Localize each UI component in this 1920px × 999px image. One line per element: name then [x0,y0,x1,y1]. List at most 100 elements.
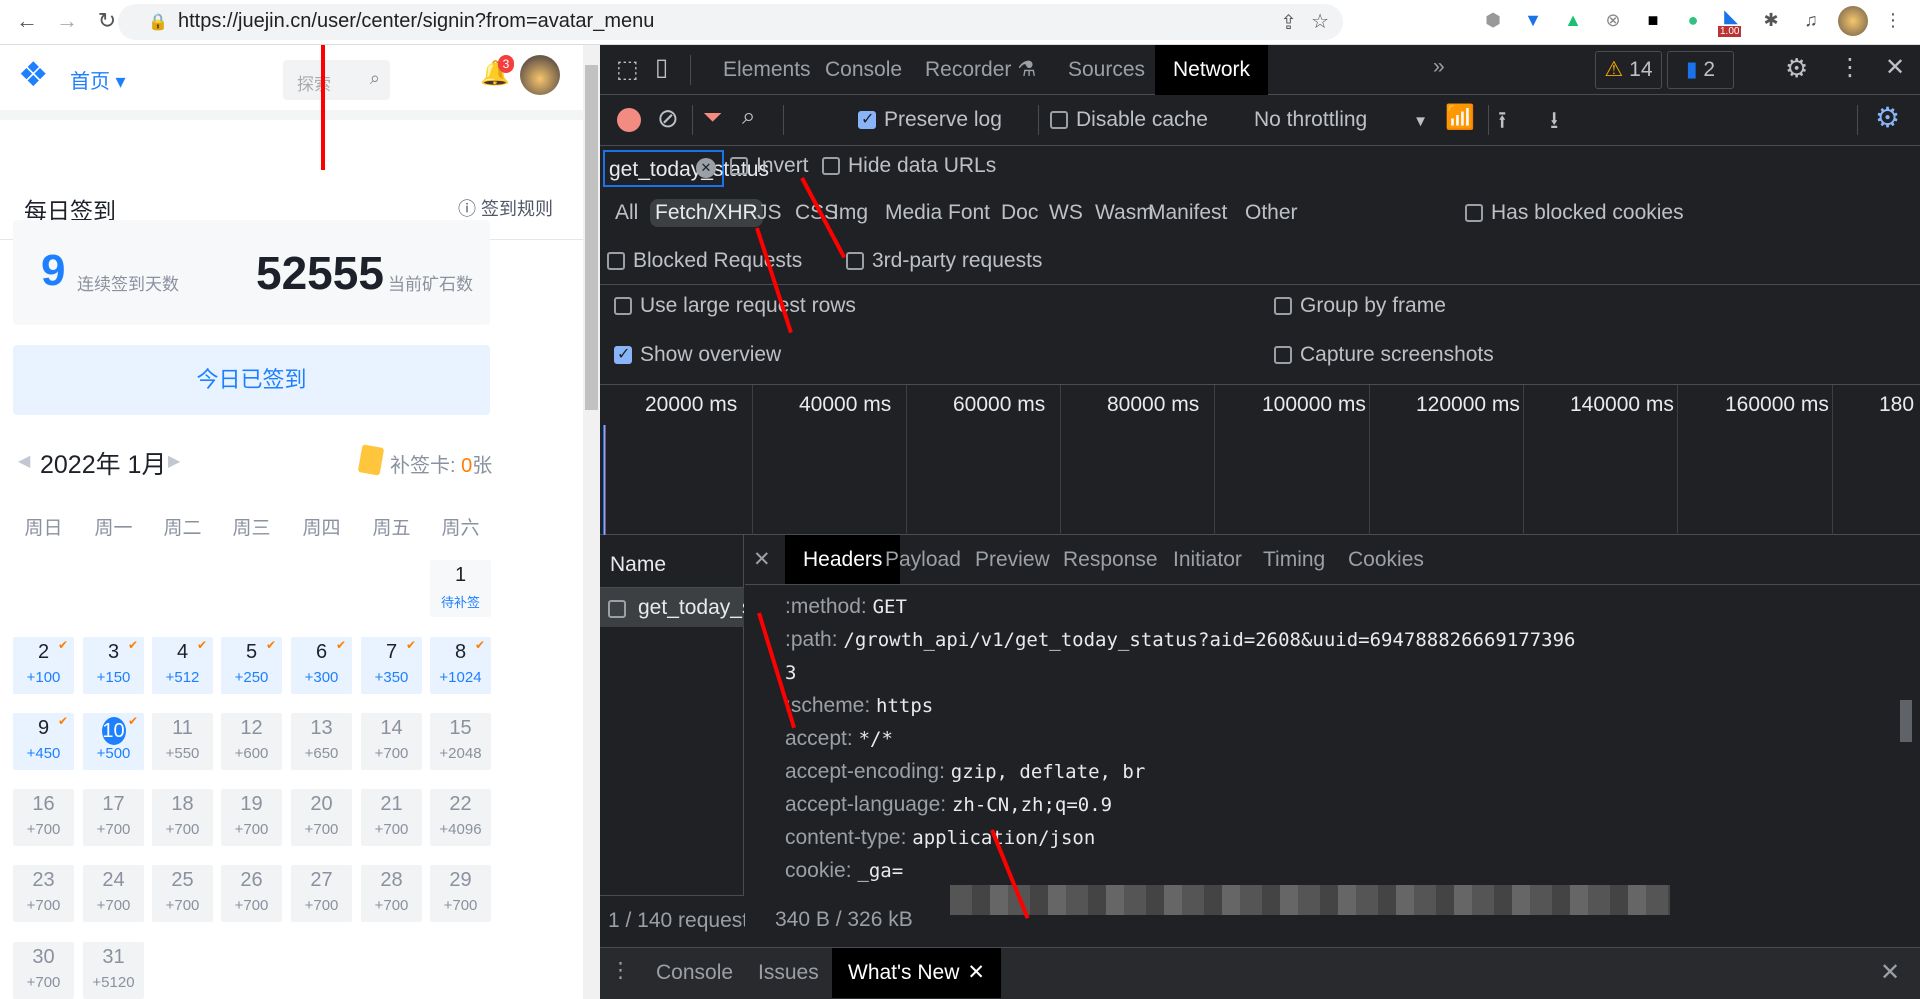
tab-network[interactable]: Network [1155,45,1269,95]
invert-checkbox[interactable]: Invert [730,154,809,178]
calendar-day[interactable]: 2 +100 ✔ [13,637,74,694]
drawer-tab-console[interactable]: Console [640,948,749,998]
third-party-checkbox[interactable]: 3rd-party requests [846,249,1042,273]
more-tabs-icon[interactable]: » [1433,55,1445,79]
close-tab-icon[interactable]: ✕ [967,961,985,984]
extension-icon[interactable]: ■ [1640,10,1666,31]
back-icon[interactable]: ← [12,8,42,34]
extension-icon[interactable]: ● [1680,10,1706,31]
close-devtools-icon[interactable]: ✕ [1885,53,1905,82]
calendar-day[interactable]: 18 +700 [152,789,213,846]
details-scrollbar[interactable] [1900,535,1912,895]
calendar-day[interactable]: 31 +5120 [83,942,144,999]
next-month-icon[interactable]: ▶ [168,451,180,471]
network-overview[interactable]: 20000 ms 40000 ms 60000 ms 80000 ms 100000 m… [600,385,1920,535]
calendar-day[interactable]: 14 +700 [361,713,422,770]
drawer-tab-issues[interactable]: Issues [742,948,835,998]
network-conditions-icon[interactable]: 📶 [1445,103,1475,132]
puzzle-icon[interactable]: ✱ [1758,10,1784,31]
type-filter-all[interactable]: All [610,199,643,227]
checkbox[interactable] [846,252,864,270]
calendar-day[interactable]: 23 +700 [13,865,74,922]
address-bar[interactable]: 🔒 https://juejin.cn/user/center/signin?f… [118,4,1343,40]
checkbox[interactable] [607,252,625,270]
nav-home[interactable]: 首页 ▾ [70,65,126,94]
group-by-frame-checkbox[interactable]: Group by frame [1274,294,1446,318]
messages-badge[interactable]: ▮ 2 [1667,51,1734,89]
warnings-badge[interactable]: ⚠ 14 [1595,51,1662,89]
tab-timing[interactable]: Timing [1245,535,1343,584]
show-overview-checkbox[interactable]: Show overview [614,343,781,367]
close-details-icon[interactable]: ✕ [753,547,771,572]
calendar-day[interactable]: 27 +700 [291,865,352,922]
calendar-day[interactable]: 24 +700 [83,865,144,922]
search-icon[interactable]: ⌕ [742,103,755,131]
type-filter-img[interactable]: Img [828,199,873,227]
calendar-day[interactable]: 20 +700 [291,789,352,846]
hide-data-urls-checkbox[interactable]: Hide data URLs [822,154,996,178]
export-har-icon[interactable]: ⭳ [1550,103,1558,144]
calendar-day[interactable]: 29 +700 [430,865,491,922]
prev-month-icon[interactable]: ◀ [18,451,30,471]
signed-today-button[interactable]: 今日已签到 [13,345,490,415]
page-scrollbar[interactable] [583,45,600,999]
extension-icon[interactable]: ⊗ [1600,10,1626,31]
scrollbar-thumb[interactable] [1900,700,1912,742]
inspect-icon[interactable]: ⬚ [616,55,639,84]
filter-icon[interactable]: ⏷ [703,104,722,132]
checkbox[interactable] [1274,346,1292,364]
type-filter-font[interactable]: Font [943,199,995,227]
tab-sources[interactable]: Sources [1050,45,1163,95]
checkbox-checked[interactable] [858,109,876,129]
calendar-day[interactable]: 16 +700 [13,789,74,846]
checkbox[interactable] [1050,111,1068,129]
capture-screenshots-checkbox[interactable]: Capture screenshots [1274,343,1494,367]
has-blocked-cookies-checkbox[interactable]: Has blocked cookies [1465,201,1684,225]
tab-cookies[interactable]: Cookies [1330,535,1442,584]
share-icon[interactable]: ⇪ [1280,10,1297,35]
preserve-log-checkbox[interactable]: Preserve log [858,108,1002,132]
calendar-day[interactable]: 12 +600 [221,713,282,770]
type-filter-other[interactable]: Other [1240,199,1303,227]
type-filter-ws[interactable]: WS [1044,199,1088,227]
calendar-day[interactable]: 3 +150 ✔ [83,637,144,694]
tab-recorder[interactable]: Recorder ⚗ [907,45,1054,95]
extension-icon[interactable]: ▲ [1560,10,1586,31]
network-settings-icon[interactable]: ⚙ [1875,101,1900,134]
media-icon[interactable]: ♫ [1798,10,1824,31]
calendar-day[interactable]: 26 +700 [221,865,282,922]
checkbox[interactable] [608,600,626,618]
settings-icon[interactable]: ⚙ [1785,53,1808,84]
calendar-day[interactable]: 1 待补签 [430,560,491,617]
calendar-day[interactable]: 5 +250 ✔ [221,637,282,694]
calendar-day[interactable]: 13 +650 [291,713,352,770]
device-toolbar-icon[interactable]: ▯ [655,53,668,82]
throttling-select[interactable]: No throttling ▼ [1254,108,1428,132]
checkbox[interactable] [730,157,748,175]
calendar-day[interactable]: 17 +700 [83,789,144,846]
calendar-day[interactable]: 15 +2048 [430,713,491,770]
checkbox[interactable] [1465,204,1483,222]
disable-cache-checkbox[interactable]: Disable cache [1050,108,1208,132]
calendar-day[interactable]: 21 +700 [361,789,422,846]
calendar-day[interactable]: 28 +700 [361,865,422,922]
menu-icon[interactable]: ⋮ [1880,10,1906,31]
search-icon[interactable]: ⌕ [370,68,380,89]
type-filter-doc[interactable]: Doc [996,199,1043,227]
profile-avatar[interactable] [1838,6,1868,36]
calendar-day[interactable]: 11 +550 [152,713,213,770]
calendar-day[interactable]: 6 +300 ✔ [291,637,352,694]
calendar-day[interactable]: 10 +500 ✔ [83,713,144,770]
calendar-day[interactable]: 9 +450 ✔ [13,713,74,770]
avatar[interactable] [520,55,560,95]
type-filter-manifest[interactable]: Manifest [1143,199,1232,227]
close-drawer-icon[interactable]: ✕ [1880,958,1900,987]
more-options-icon[interactable]: ⋮ [1838,53,1862,82]
type-filter-js[interactable]: JS [752,199,787,227]
type-filter-media[interactable]: Media [880,199,947,227]
calendar-day[interactable]: 4 +512 ✔ [152,637,213,694]
calendar-day[interactable]: 19 +700 [221,789,282,846]
calendar-day[interactable]: 7 +350 ✔ [361,637,422,694]
bookmark-star-icon[interactable]: ☆ [1311,9,1329,34]
calendar-day[interactable]: 22 +4096 [430,789,491,846]
